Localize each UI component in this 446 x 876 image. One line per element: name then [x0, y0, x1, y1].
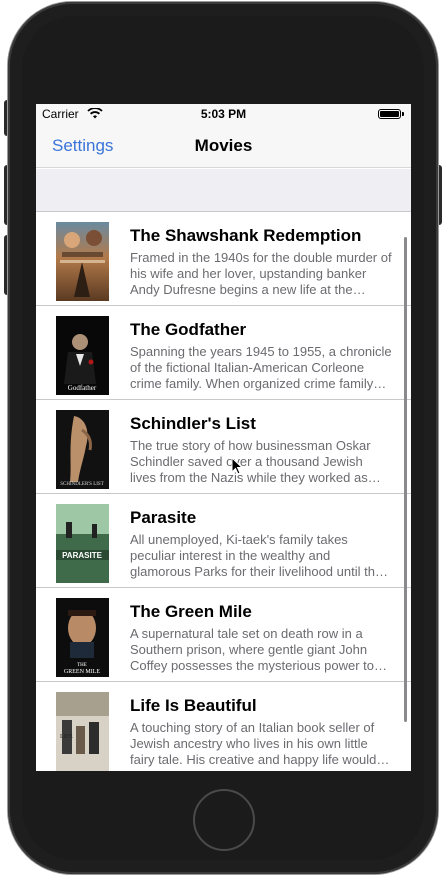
movie-list[interactable]: The Shawshank Redemption Framed in the 1…	[36, 169, 411, 771]
status-time: 5:03 PM	[200, 107, 247, 121]
movie-description: Framed in the 1940s for the double murde…	[130, 250, 392, 297]
poster-image	[56, 222, 109, 301]
svg-text:Godfather: Godfather	[68, 384, 97, 392]
scroll-indicator[interactable]	[404, 237, 407, 722]
movie-title: Life Is Beautiful	[130, 696, 257, 715]
movie-title: The Godfather	[130, 320, 247, 339]
movie-row[interactable]: THE GREEN MILE The Green Mile A supernat…	[36, 588, 411, 682]
movie-description: Spanning the years 1945 to 1955, a chron…	[130, 344, 392, 391]
status-bar: Carrier 5:03 PM	[36, 104, 411, 124]
page-title: Movies	[194, 136, 253, 155]
movie-row[interactable]: Godfather The Godfather Spanning the yea…	[36, 306, 411, 400]
svg-text:THE: THE	[77, 663, 87, 668]
movie-description: A supernatural tale set on death row in …	[130, 626, 374, 673]
movie-description: All unemployed, Ki-taek's family takes p…	[130, 532, 389, 579]
movie-row[interactable]: PARASITE Parasite All unemployed, Ki-tae…	[36, 494, 411, 588]
svg-text:SCHINDLER'S LIST: SCHINDLER'S LIST	[60, 482, 104, 487]
svg-text:LIFE: LIFE	[60, 734, 73, 740]
movie-title: Schindler's List	[130, 414, 256, 433]
battery-tip	[402, 112, 404, 116]
movie-description: A touching story of an Italian book sell…	[130, 720, 377, 767]
home-button[interactable]	[193, 789, 255, 851]
table-header	[36, 169, 411, 212]
battery-icon	[378, 109, 401, 119]
poster-image: THE GREEN MILE	[56, 598, 109, 677]
movie-row[interactable]: The Shawshank Redemption Framed in the 1…	[36, 212, 411, 306]
phone-frame: Carrier 5:03 PM Settings Movies The Shaw…	[0, 0, 446, 876]
movie-title: Parasite	[130, 508, 197, 527]
movie-title: The Shawshank Redemption	[130, 226, 362, 245]
movie-description: The true story of how businessman Oskar …	[130, 438, 371, 485]
app-screen: Carrier 5:03 PM Settings Movies The Shaw…	[36, 104, 411, 771]
movie-row[interactable]: SCHINDLER'S LIST Schindler's List The tr…	[36, 400, 411, 494]
navigation-bar: Settings Movies	[36, 124, 411, 168]
svg-text:PARASITE: PARASITE	[62, 551, 103, 560]
svg-text:GREEN MILE: GREEN MILE	[64, 669, 100, 675]
mouse-cursor-icon	[231, 457, 243, 475]
movie-row[interactable]: LIFE Life Is Beautiful A touching story …	[36, 682, 411, 771]
poster-image: Godfather	[56, 316, 109, 395]
poster-image: SCHINDLER'S LIST	[56, 410, 109, 489]
movie-title: The Green Mile	[130, 602, 252, 621]
poster-image: LIFE	[56, 692, 109, 771]
poster-image: PARASITE	[56, 504, 109, 583]
